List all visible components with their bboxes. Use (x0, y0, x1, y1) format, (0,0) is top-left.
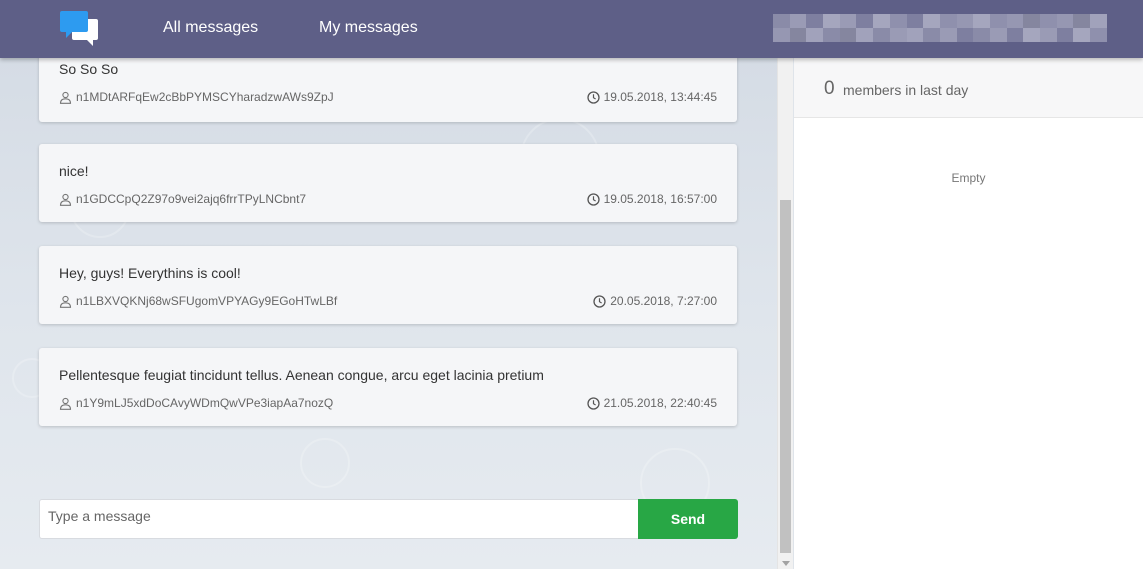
message-time: 19.05.2018, 13:44:45 (586, 90, 717, 104)
message-time: 21.05.2018, 22:40:45 (586, 396, 717, 410)
timestamp: 19.05.2018, 16:57:00 (603, 192, 717, 206)
blur-pixel (1090, 14, 1107, 28)
blur-pixel (923, 28, 940, 42)
blur-pixel (1023, 14, 1040, 28)
blur-pixel (856, 28, 874, 42)
blur-pixel (806, 28, 824, 42)
chat-bubbles-logo-icon[interactable] (60, 10, 100, 48)
blur-pixel (906, 14, 924, 28)
message-time: 19.05.2018, 16:57:00 (586, 192, 717, 206)
message-card: So So So n1MDtARFqEw2cBbPYMSCYharadzwAWs… (39, 58, 737, 122)
user-icon (59, 295, 72, 308)
message-text: nice! (59, 163, 89, 179)
blur-pixel (789, 14, 807, 28)
empty-state-text: Empty (951, 171, 986, 185)
author-address[interactable]: n1LBXVQKNj68wSFUgomVPYAGy9EGoHTwLBf (76, 294, 337, 308)
message-meta: n1LBXVQKNj68wSFUgomVPYAGy9EGoHTwLBf 20.0… (59, 294, 717, 308)
message-time: 20.05.2018, 7:27:00 (593, 294, 717, 308)
blur-pixel (839, 28, 857, 42)
blur-pixel (1073, 14, 1091, 28)
nav-all-messages[interactable]: All messages (163, 19, 258, 37)
blur-pixel (889, 28, 907, 42)
send-button[interactable]: Send (638, 499, 738, 539)
blur-pixel (939, 14, 957, 28)
background-doodle (300, 438, 350, 488)
user-icon (59, 91, 72, 104)
members-label: members in last day (843, 82, 969, 98)
message-card: nice! n1GDCCpQ2Z97o9vei2ajq6frrTPyLNCbnt… (39, 144, 737, 222)
blur-pixel (989, 28, 1007, 42)
blur-pixel (989, 14, 1007, 28)
blur-pixel (973, 14, 990, 28)
message-author: n1MDtARFqEw2cBbPYMSCYharadzwAWs9ZpJ (59, 90, 334, 104)
blur-pixel (1090, 28, 1107, 42)
message-meta: n1GDCCpQ2Z97o9vei2ajq6frrTPyLNCbnt7 19.0… (59, 192, 717, 206)
blur-pixel (1056, 14, 1074, 28)
scroll-down-arrow-icon[interactable] (782, 561, 790, 566)
clock-icon (586, 90, 600, 104)
timestamp: 20.05.2018, 7:27:00 (610, 294, 717, 308)
message-meta: n1MDtARFqEw2cBbPYMSCYharadzwAWs9ZpJ 19.0… (59, 90, 717, 104)
blur-pixel (823, 28, 840, 42)
blur-pixel (856, 14, 874, 28)
blur-pixel (773, 28, 790, 42)
blur-pixel (1006, 14, 1024, 28)
blur-pixel (956, 28, 974, 42)
message-author: n1LBXVQKNj68wSFUgomVPYAGy9EGoHTwLBf (59, 294, 337, 308)
message-input[interactable] (39, 499, 638, 539)
timestamp: 21.05.2018, 22:40:45 (603, 396, 717, 410)
chat-area: So So So n1MDtARFqEw2cBbPYMSCYharadzwAWs… (0, 58, 777, 569)
members-sidebar: 0 members in last day Empty (794, 58, 1143, 569)
author-address[interactable]: n1Y9mLJ5xdDoCAvyWDmQwVPe3iapAa7nozQ (76, 396, 333, 410)
blur-pixel (973, 28, 990, 42)
message-text: Hey, guys! Everythins is cool! (59, 265, 241, 281)
blur-pixel (956, 14, 974, 28)
message-card: Hey, guys! Everythins is cool! n1LBXVQKN… (39, 246, 737, 324)
author-address[interactable]: n1GDCCpQ2Z97o9vei2ajq6frrTPyLNCbnt7 (76, 192, 306, 206)
scrollbar-thumb[interactable] (780, 200, 791, 553)
blur-pixel (1023, 28, 1040, 42)
blur-pixel (773, 14, 790, 28)
members-header: 0 members in last day (794, 58, 1143, 118)
blur-pixel (906, 28, 924, 42)
author-address[interactable]: n1MDtARFqEw2cBbPYMSCYharadzwAWs9ZpJ (76, 90, 334, 104)
clock-icon (586, 192, 600, 206)
clock-icon (586, 396, 600, 410)
blur-pixel (923, 14, 940, 28)
members-count: 0 (824, 78, 835, 99)
blur-pixel (1073, 28, 1091, 42)
message-author: n1GDCCpQ2Z97o9vei2ajq6frrTPyLNCbnt7 (59, 192, 306, 206)
blur-pixel (889, 14, 907, 28)
blur-pixel (939, 28, 957, 42)
blur-pixel (789, 28, 807, 42)
message-composer: Send (39, 499, 738, 539)
blur-pixel (806, 14, 824, 28)
blur-pixel (823, 14, 840, 28)
chat-scrollbar[interactable] (777, 58, 793, 569)
message-text: So So So (59, 61, 119, 77)
user-address-blurred[interactable] (773, 14, 1107, 42)
message-author: n1Y9mLJ5xdDoCAvyWDmQwVPe3iapAa7nozQ (59, 396, 333, 410)
blur-pixel (1006, 28, 1024, 42)
blur-pixel (873, 28, 890, 42)
message-text: Pellentesque feugiat tincidunt tellus. A… (59, 367, 544, 383)
blur-pixel (873, 14, 890, 28)
nav-my-messages[interactable]: My messages (319, 19, 418, 37)
message-meta: n1Y9mLJ5xdDoCAvyWDmQwVPe3iapAa7nozQ 21.0… (59, 396, 717, 410)
user-icon (59, 193, 72, 206)
message-card: Pellentesque feugiat tincidunt tellus. A… (39, 348, 737, 426)
timestamp: 19.05.2018, 13:44:45 (603, 90, 717, 104)
blur-pixel (839, 14, 857, 28)
blur-pixel (1056, 28, 1074, 42)
user-icon (59, 397, 72, 410)
clock-icon (593, 294, 606, 308)
blur-pixel (1040, 14, 1057, 28)
blur-pixel (1040, 28, 1057, 42)
top-bar: All messages My messages (0, 0, 1143, 58)
